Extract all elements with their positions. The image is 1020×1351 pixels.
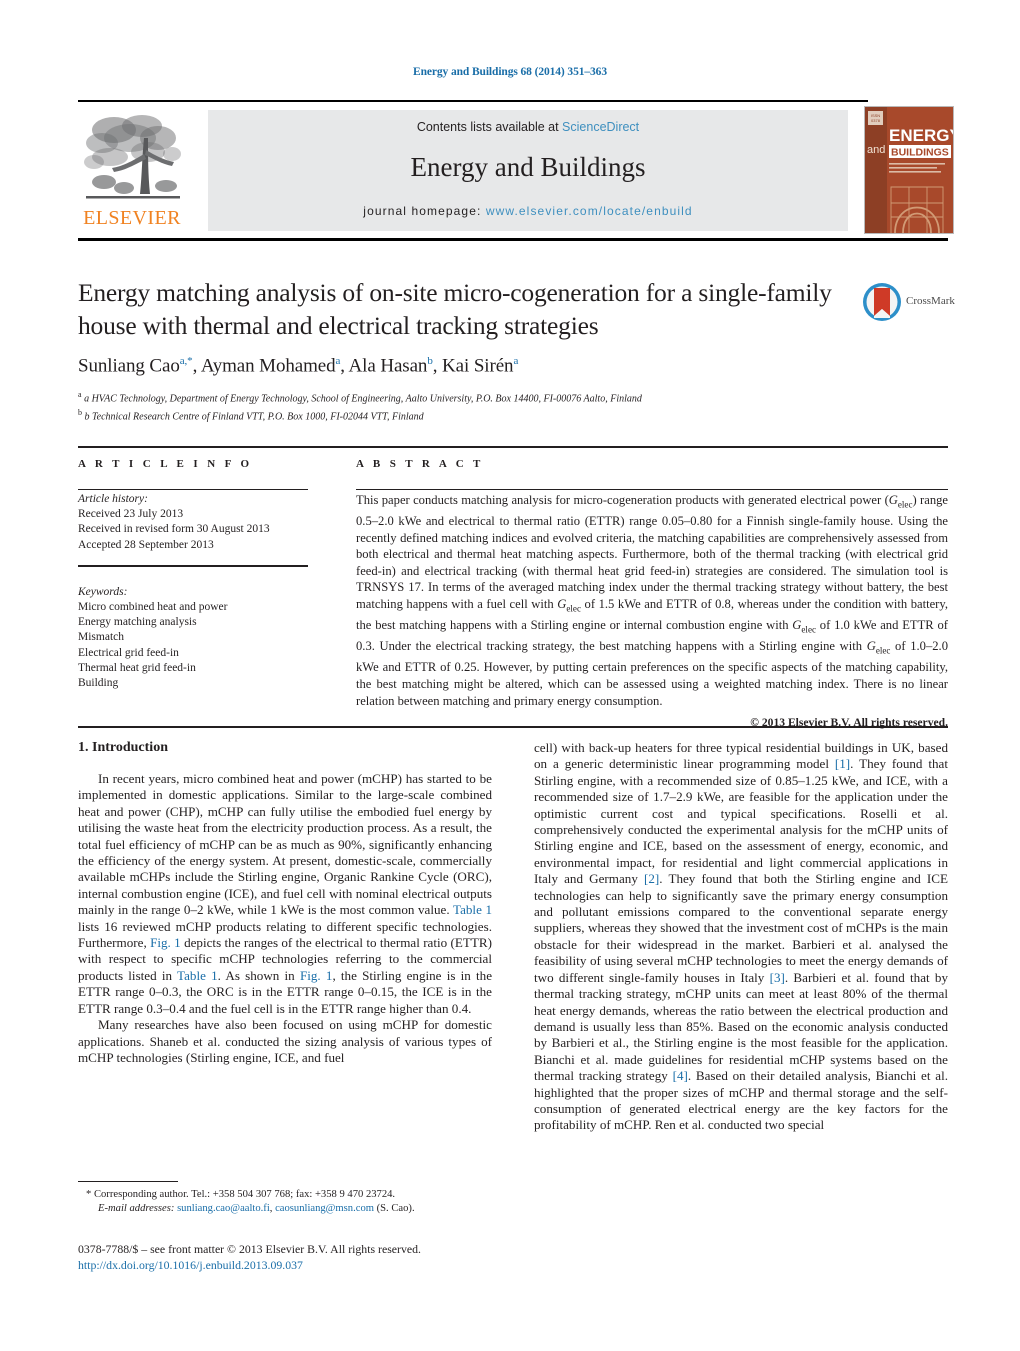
imprint-block: 0378-7788/$ – see front matter © 2013 El… (78, 1242, 598, 1273)
contents-panel: Contents lists available at ScienceDirec… (208, 110, 848, 231)
history-item: Accepted 28 September 2013 (78, 538, 214, 551)
journal-article-page: Energy and Buildings 68 (2014) 351–363 E… (0, 0, 1020, 1351)
abstract-copyright: © 2013 Elsevier B.V. All rights reserved… (750, 716, 948, 730)
keyword-item: Energy matching analysis (78, 616, 197, 629)
masthead-bottom-rule (78, 238, 948, 241)
keyword-item: Building (78, 677, 119, 690)
article-history-group: Article history: Received 23 July 2013 R… (78, 492, 308, 553)
svg-text:BUILDINGS: BUILDINGS (891, 147, 949, 159)
keyword-item: Mismatch (78, 631, 124, 644)
affiliation-a: a a HVAC Technology, Department of Energ… (78, 390, 642, 405)
elsevier-logo: ELSEVIER (80, 108, 184, 232)
corresponding-author-footnote: * Corresponding author. Tel.: +358 504 3… (78, 1188, 492, 1216)
affiliation-list: a a HVAC Technology, Department of Energ… (78, 388, 858, 424)
doi-link[interactable]: http://dx.doi.org/10.1016/j.enbuild.2013… (78, 1258, 598, 1274)
article-info-column: A R T I C L E I N F O Article history: R… (78, 458, 308, 691)
journal-cover-image: ISSN 0378 ENERGY and BUILDINGS (864, 106, 954, 234)
journal-homepage-line: journal homepage: www.elsevier.com/locat… (208, 204, 848, 218)
corresponding-author-line: * Corresponding author. Tel.: +358 504 3… (86, 1189, 396, 1200)
author-list: Sunliang Caoa,*, Ayman Mohameda, Ala Has… (78, 355, 519, 377)
keyword-item: Electrical grid feed-in (78, 646, 179, 659)
cover-artwork-icon: ISSN 0378 ENERGY and BUILDINGS (865, 107, 953, 233)
contents-prefix: Contents lists available at (416, 120, 563, 134)
affiliation-b: b b Technical Research Centre of Finland… (78, 408, 424, 423)
crossmark-icon (863, 283, 901, 321)
footnote-rule (78, 1181, 178, 1182)
abstract-text: This paper conducts matching analysis fo… (356, 493, 949, 708)
crossmark-label: CrossMark (906, 295, 955, 307)
intro-paragraph-continued: cell) with back-up heaters for three typ… (534, 740, 948, 1133)
homepage-url-link[interactable]: www.elsevier.com/locate/enbuild (486, 204, 693, 218)
body-columns: 1. Introduction In recent years, micro c… (78, 740, 948, 1240)
section-heading-introduction: 1. Introduction (78, 740, 168, 755)
elsevier-tree-icon (84, 115, 181, 199)
abstract-heading: A B S T R A C T (356, 458, 484, 470)
homepage-prefix: journal homepage: (363, 204, 486, 218)
svg-text:0378: 0378 (871, 118, 881, 123)
email-suffix: (S. Cao). (376, 1203, 415, 1214)
svg-text:ENERGY: ENERGY (889, 126, 953, 145)
abstract-column: A B S T R A C T This paper conducts matc… (356, 458, 948, 729)
intro-paragraph-2: Many researches have also been focused o… (78, 1017, 492, 1065)
intro-paragraph-1: In recent years, micro combined heat and… (78, 771, 493, 1016)
email-addresses-label: E-mail addresses: (98, 1203, 175, 1214)
history-item: Received in revised form 30 August 2013 (78, 523, 270, 536)
keywords-label: Keywords: (78, 585, 128, 598)
info-section-top-rule (78, 446, 948, 448)
contents-lists-line: Contents lists available at ScienceDirec… (208, 120, 848, 134)
title-block: Energy matching analysis of on-site micr… (78, 276, 858, 424)
running-head: Energy and Buildings 68 (2014) 351–363 (413, 66, 607, 78)
article-info-heading: A R T I C L E I N F O (78, 458, 253, 470)
email-line: E-mail addresses: sunliang.cao@aalto.fi,… (98, 1203, 415, 1214)
article-history-label: Article history: (78, 493, 148, 505)
keyword-item: Micro combined heat and power (78, 601, 228, 614)
svg-text:and: and (867, 144, 885, 156)
page-title: Energy matching analysis of on-site micr… (78, 278, 832, 340)
keywords-group: Keywords: Micro combined heat and power … (78, 585, 308, 691)
sciencedirect-link[interactable]: ScienceDirect (562, 120, 639, 134)
body-column-right: cell) with back-up heaters for three typ… (534, 740, 948, 1134)
email-link-2[interactable]: caosunliang@msn.com (275, 1203, 374, 1214)
issn-line: 0378-7788/$ – see front matter © 2013 El… (78, 1242, 421, 1256)
affiliation-a-text: a HVAC Technology, Department of Energy … (84, 393, 642, 405)
body-column-left: 1. Introduction In recent years, micro c… (78, 740, 492, 1066)
email-link-1[interactable]: sunliang.cao@aalto.fi (177, 1203, 270, 1214)
elsevier-wordmark: ELSEVIER (83, 207, 181, 229)
journal-masthead: ELSEVIER Contents lists available at Sci… (78, 100, 954, 241)
history-item: Received 23 July 2013 (78, 508, 184, 521)
crossmark-badge[interactable]: CrossMark (861, 280, 959, 330)
keyword-item: Thermal heat grid feed-in (78, 661, 196, 674)
masthead-top-rule (78, 100, 868, 102)
journal-title: Energy and Buildings (410, 152, 646, 182)
affiliation-b-text: b Technical Research Centre of Finland V… (84, 411, 424, 423)
